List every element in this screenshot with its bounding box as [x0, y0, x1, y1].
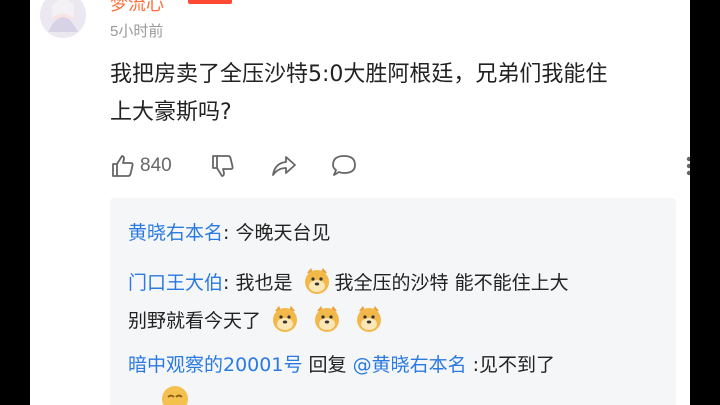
- reply-author[interactable]: 黄晓右本名: [128, 222, 223, 244]
- comment-body: 我把房卖了全压沙特5:0大胜阿根廷，兄弟们我能住 上大豪斯吗?: [110, 56, 690, 132]
- doge-emoji-icon: [303, 267, 331, 295]
- comment-bubble-icon: [330, 153, 358, 179]
- emoji-icon: [160, 384, 190, 405]
- more-options-button[interactable]: [685, 150, 690, 182]
- reply-author[interactable]: 暗中观察的20001号: [128, 354, 302, 376]
- avatar[interactable]: [40, 0, 86, 38]
- doge-emoji-icon: [355, 305, 383, 333]
- reply-text: 今晚天台见: [235, 222, 331, 244]
- reply-author[interactable]: 门口王大伯: [128, 272, 223, 294]
- reply-text: 我全压的沙特 能不能住上大: [334, 272, 569, 294]
- reply-item: 暗中观察的20001号 回复 @黄晓右本名 :见不到了: [128, 346, 668, 384]
- comment-time: 5小时前: [110, 23, 164, 40]
- like-count: 840: [140, 155, 172, 176]
- level-badge: [188, 0, 232, 4]
- reply-text: :见不到了: [472, 354, 556, 376]
- comment-text-line: 我把房卖了全压沙特5:0大胜阿根廷，兄弟们我能住: [110, 62, 608, 87]
- replies-section: 黄晓右本名: 今晚天台见 门口王大伯: 我也是 我全压的沙特 能不能住上大 别野…: [110, 198, 676, 405]
- share-arrow-icon: [270, 153, 298, 179]
- reply-separator: :: [223, 272, 236, 294]
- vertical-dots-icon: [685, 153, 690, 179]
- reply-text: 我也是: [235, 272, 293, 294]
- reply-word: 回复: [308, 354, 347, 376]
- doge-emoji-icon: [313, 305, 341, 333]
- reply-button[interactable]: [330, 150, 358, 182]
- share-button[interactable]: [270, 150, 298, 182]
- username[interactable]: 梦流心: [110, 0, 164, 16]
- comment-text-line: 上大豪斯吗?: [110, 100, 232, 125]
- thumbs-down-icon: [210, 153, 236, 179]
- reply-item: 黄晓右本名: 今晚天台见: [128, 214, 668, 252]
- like-button[interactable]: 840: [110, 150, 172, 182]
- comment-panel: 梦流心 5小时前 我把房卖了全压沙特5:0大胜阿根廷，兄弟们我能住 上大豪斯吗?…: [30, 0, 690, 405]
- reply-item: 门口王大伯: 我也是 我全压的沙特 能不能住上大 别野就看今天了: [128, 264, 668, 340]
- reply-separator: :: [223, 222, 236, 244]
- thumbs-up-icon: [110, 153, 136, 179]
- doge-emoji-icon: [271, 305, 299, 333]
- dislike-button[interactable]: [210, 150, 236, 182]
- reply-mention[interactable]: @黄晓右本名: [353, 354, 467, 376]
- reply-text: 别野就看今天了: [128, 310, 262, 332]
- comment-actions: 840: [110, 150, 690, 182]
